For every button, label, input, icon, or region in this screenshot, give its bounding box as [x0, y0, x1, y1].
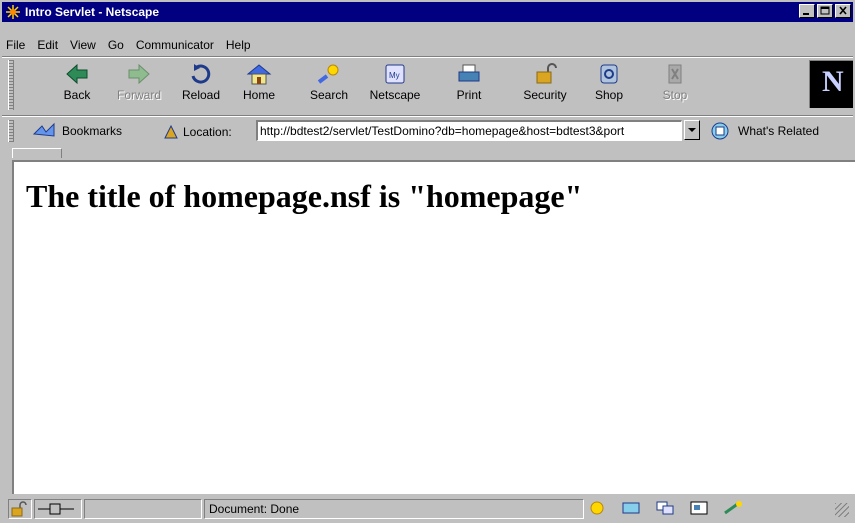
bookmarks-icon [32, 122, 55, 137]
shop-button[interactable]: Shop [578, 58, 640, 112]
toolbar-grip[interactable] [8, 60, 14, 110]
url-history-dropdown[interactable] [684, 120, 700, 140]
menu-bar: File Edit View Go Communicator Help [2, 35, 257, 55]
forward-label: Forward [116, 88, 161, 102]
status-bar: Document: Done [2, 497, 853, 521]
stop-icon [668, 64, 682, 84]
menu-edit[interactable]: Edit [31, 38, 64, 52]
composer-icon[interactable] [688, 499, 710, 517]
page-content: The title of homepage.nsf is "homepage" [12, 160, 855, 494]
netscape-button[interactable]: My Netscape [364, 58, 426, 112]
location-label: Location: [183, 125, 232, 139]
my-netscape-icon: My [385, 64, 405, 84]
print-button[interactable]: Print [438, 58, 500, 112]
mail-icon[interactable] [620, 499, 642, 517]
bookmarks-label: Bookmarks [62, 124, 123, 138]
reload-label: Reload [181, 88, 221, 102]
back-button[interactable]: Back [46, 58, 108, 112]
close-icon [839, 6, 847, 15]
close-button[interactable] [835, 4, 851, 18]
shop-label: Shop [594, 88, 624, 102]
maximize-button[interactable] [817, 4, 833, 18]
discussion-icon[interactable] [654, 499, 676, 517]
personal-toolbar-tab[interactable] [12, 148, 62, 158]
connection-icon [38, 503, 74, 515]
window-title: Intro Servlet - Netscape [25, 5, 160, 19]
url-input[interactable]: http://bdtest2/servlet/TestDomino?db=hom… [256, 120, 682, 141]
home-icon [246, 64, 272, 85]
whats-related-icon [711, 122, 729, 140]
minimize-icon [803, 13, 809, 15]
shop-icon [600, 64, 618, 84]
search-label: Search [309, 88, 349, 102]
resize-grip[interactable] [835, 503, 849, 517]
navigation-toolbar: Back Forward Reload Home Search My Netsc… [2, 58, 853, 114]
reload-icon [191, 64, 211, 84]
security-status[interactable] [8, 499, 32, 519]
component-bar [586, 499, 756, 517]
svg-text:My: My [389, 71, 400, 80]
back-arrow-icon [66, 63, 88, 85]
home-button[interactable]: Home [228, 58, 290, 112]
navigator-icon[interactable] [586, 499, 608, 517]
location-toolbar: Bookmarks Location: http://bdtest2/servl… [2, 118, 853, 144]
print-label: Print [456, 88, 482, 102]
search-button[interactable]: Search [298, 58, 360, 112]
forward-arrow-icon [128, 63, 150, 85]
conference-icon[interactable] [722, 499, 744, 517]
progress-panel [84, 499, 202, 519]
netscape-logo[interactable]: N [809, 60, 853, 108]
connection-status [34, 499, 82, 519]
location-label-group: Location: [162, 124, 232, 140]
maximize-icon [820, 6, 830, 15]
minimize-button[interactable] [799, 4, 815, 18]
whats-related-label: What's Related [738, 124, 819, 138]
security-lock-icon [536, 63, 557, 84]
browser-window: Intro Servlet - Netscape File Edit View … [0, 0, 855, 523]
menu-go[interactable]: Go [102, 38, 130, 52]
location-grip[interactable] [8, 120, 14, 142]
location-icon [164, 124, 178, 139]
search-icon [317, 64, 339, 84]
status-text: Document: Done [204, 499, 584, 519]
netscape-label: Netscape [369, 88, 421, 102]
chevron-down-icon [688, 128, 696, 132]
netscape-logo-letter: N [822, 65, 844, 98]
location-divider [2, 115, 853, 117]
stop-button[interactable]: Stop [644, 58, 706, 112]
security-button[interactable]: Security [514, 58, 576, 112]
padlock-icon [11, 501, 27, 517]
page-heading: The title of homepage.nsf is "homepage" [26, 178, 583, 214]
back-label: Back [63, 88, 91, 102]
menu-help[interactable]: Help [220, 38, 257, 52]
forward-button[interactable]: Forward [108, 58, 170, 112]
print-icon [458, 64, 480, 82]
title-bar[interactable]: Intro Servlet - Netscape [2, 2, 853, 22]
bookmarks-button[interactable]: Bookmarks [32, 122, 122, 140]
menu-view[interactable]: View [64, 38, 102, 52]
netscape-app-icon [6, 5, 20, 19]
menu-file[interactable]: File [2, 38, 31, 52]
menu-communicator[interactable]: Communicator [130, 38, 220, 52]
stop-label: Stop [662, 88, 688, 102]
security-label: Security [523, 88, 567, 102]
reload-button[interactable]: Reload [170, 58, 232, 112]
whats-related-button[interactable]: What's Related [710, 121, 819, 141]
home-label: Home [242, 88, 275, 102]
